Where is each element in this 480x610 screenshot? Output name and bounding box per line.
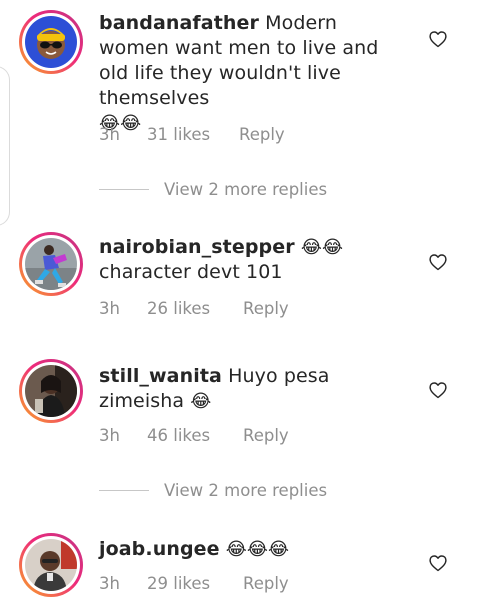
comment-time: 3h <box>99 426 120 445</box>
comment-text: character devt 101 <box>99 261 283 283</box>
comment-username[interactable]: bandanafather <box>99 12 259 34</box>
view-more-label[interactable]: View 2 more replies <box>164 481 327 500</box>
previous-comment-bubble <box>0 66 10 226</box>
comment-meta: 3h 26 likes Reply <box>99 299 289 318</box>
comment-likes[interactable]: 46 likes <box>147 426 243 445</box>
comment-username[interactable]: joab.ungee <box>99 538 220 560</box>
divider-line <box>99 188 149 191</box>
view-more-replies[interactable]: View 2 more replies <box>99 481 327 500</box>
view-more-replies[interactable]: View 2 more replies <box>99 180 327 199</box>
comment-meta: 3h 29 likes Reply <box>99 574 289 593</box>
comment-time: 3h <box>99 125 120 144</box>
comment-likes[interactable]: 26 likes <box>147 299 243 318</box>
cartoon-avatar-image <box>25 16 77 68</box>
heart-outline-icon[interactable] <box>428 380 448 400</box>
view-more-label[interactable]: View 2 more replies <box>164 180 327 199</box>
comment-time: 3h <box>99 574 120 593</box>
divider-line <box>99 489 149 492</box>
comment-likes[interactable]: 31 likes <box>147 125 239 144</box>
dancer-photo-image <box>25 238 77 290</box>
comment-body: nairobian_stepper 😂😂 character devt 101 <box>99 235 404 285</box>
comment-body: bandanafather Modern women want men to l… <box>99 11 404 136</box>
reply-button[interactable]: Reply <box>243 299 289 318</box>
heart-outline-icon[interactable] <box>428 252 448 272</box>
avatar[interactable] <box>19 10 83 74</box>
avatar[interactable] <box>19 359 83 423</box>
emoji-laughing: 😂😂 <box>300 237 344 258</box>
reply-button[interactable]: Reply <box>243 426 289 445</box>
avatar[interactable] <box>19 232 83 296</box>
emoji-laughing: 😂😂😂 <box>225 539 290 560</box>
comment-time: 3h <box>99 299 120 318</box>
portrait-photo-image <box>25 365 77 417</box>
comment-username[interactable]: still_wanita <box>99 365 222 387</box>
emoji-laughing: 😂 <box>190 391 212 412</box>
heart-outline-icon[interactable] <box>428 29 448 49</box>
avatar[interactable] <box>19 533 83 597</box>
comment-body: joab.ungee 😂😂😂 <box>99 537 404 562</box>
comment-meta: 3h 46 likes Reply <box>99 426 289 445</box>
reply-button[interactable]: Reply <box>243 574 289 593</box>
comment-meta: 3h 31 likes Reply <box>99 125 285 144</box>
comment-username[interactable]: nairobian_stepper <box>99 236 295 258</box>
heart-outline-icon[interactable] <box>428 553 448 573</box>
comment-body: still_wanita Huyo pesa zimeisha 😂 <box>99 364 404 414</box>
man-photo-image <box>25 539 77 591</box>
reply-button[interactable]: Reply <box>239 125 285 144</box>
comment-likes[interactable]: 29 likes <box>147 574 243 593</box>
